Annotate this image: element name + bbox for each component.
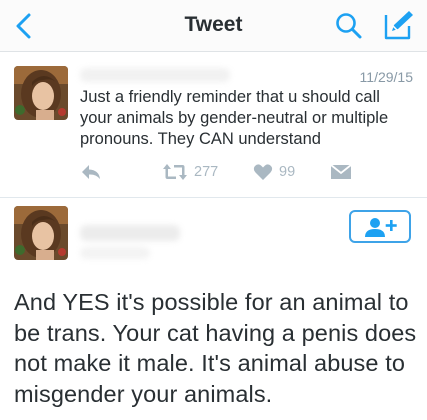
search-icon (336, 13, 362, 39)
avatar-image (14, 66, 68, 120)
envelope-icon (330, 164, 352, 179)
follow-button[interactable] (349, 210, 411, 243)
previous-tweet[interactable]: 11/29/15 Just a friendly reminder that u… (0, 52, 427, 198)
search-button[interactable] (334, 9, 364, 41)
reply-button[interactable] (80, 160, 102, 184)
avatar-image (14, 206, 68, 260)
reply-icon (82, 165, 100, 179)
tweet-date: 11/29/15 (359, 69, 413, 85)
retweet-button[interactable]: 277 (162, 160, 218, 184)
author-name-blurred (80, 225, 180, 241)
tweet-text: And YES it's possible for an animal to b… (14, 289, 417, 407)
retweet-icon (163, 164, 187, 180)
avatar[interactable] (14, 206, 68, 260)
like-button[interactable]: 99 (253, 160, 295, 184)
retweet-count: 277 (194, 164, 219, 180)
heart-icon (253, 164, 273, 180)
back-button[interactable] (10, 10, 40, 42)
author-name-blurred (80, 68, 230, 82)
tweet-text: Just a friendly reminder that u should c… (80, 88, 389, 148)
like-count: 99 (279, 164, 296, 180)
avatar[interactable] (14, 66, 68, 120)
compose-button[interactable] (380, 7, 416, 43)
author-handle-blurred (80, 247, 150, 259)
direct-message-button[interactable] (330, 160, 352, 184)
compose-icon (384, 11, 413, 40)
nav-bar: Tweet (0, 0, 427, 52)
chevron-left-icon (16, 13, 31, 39)
add-user-icon (365, 218, 397, 237)
